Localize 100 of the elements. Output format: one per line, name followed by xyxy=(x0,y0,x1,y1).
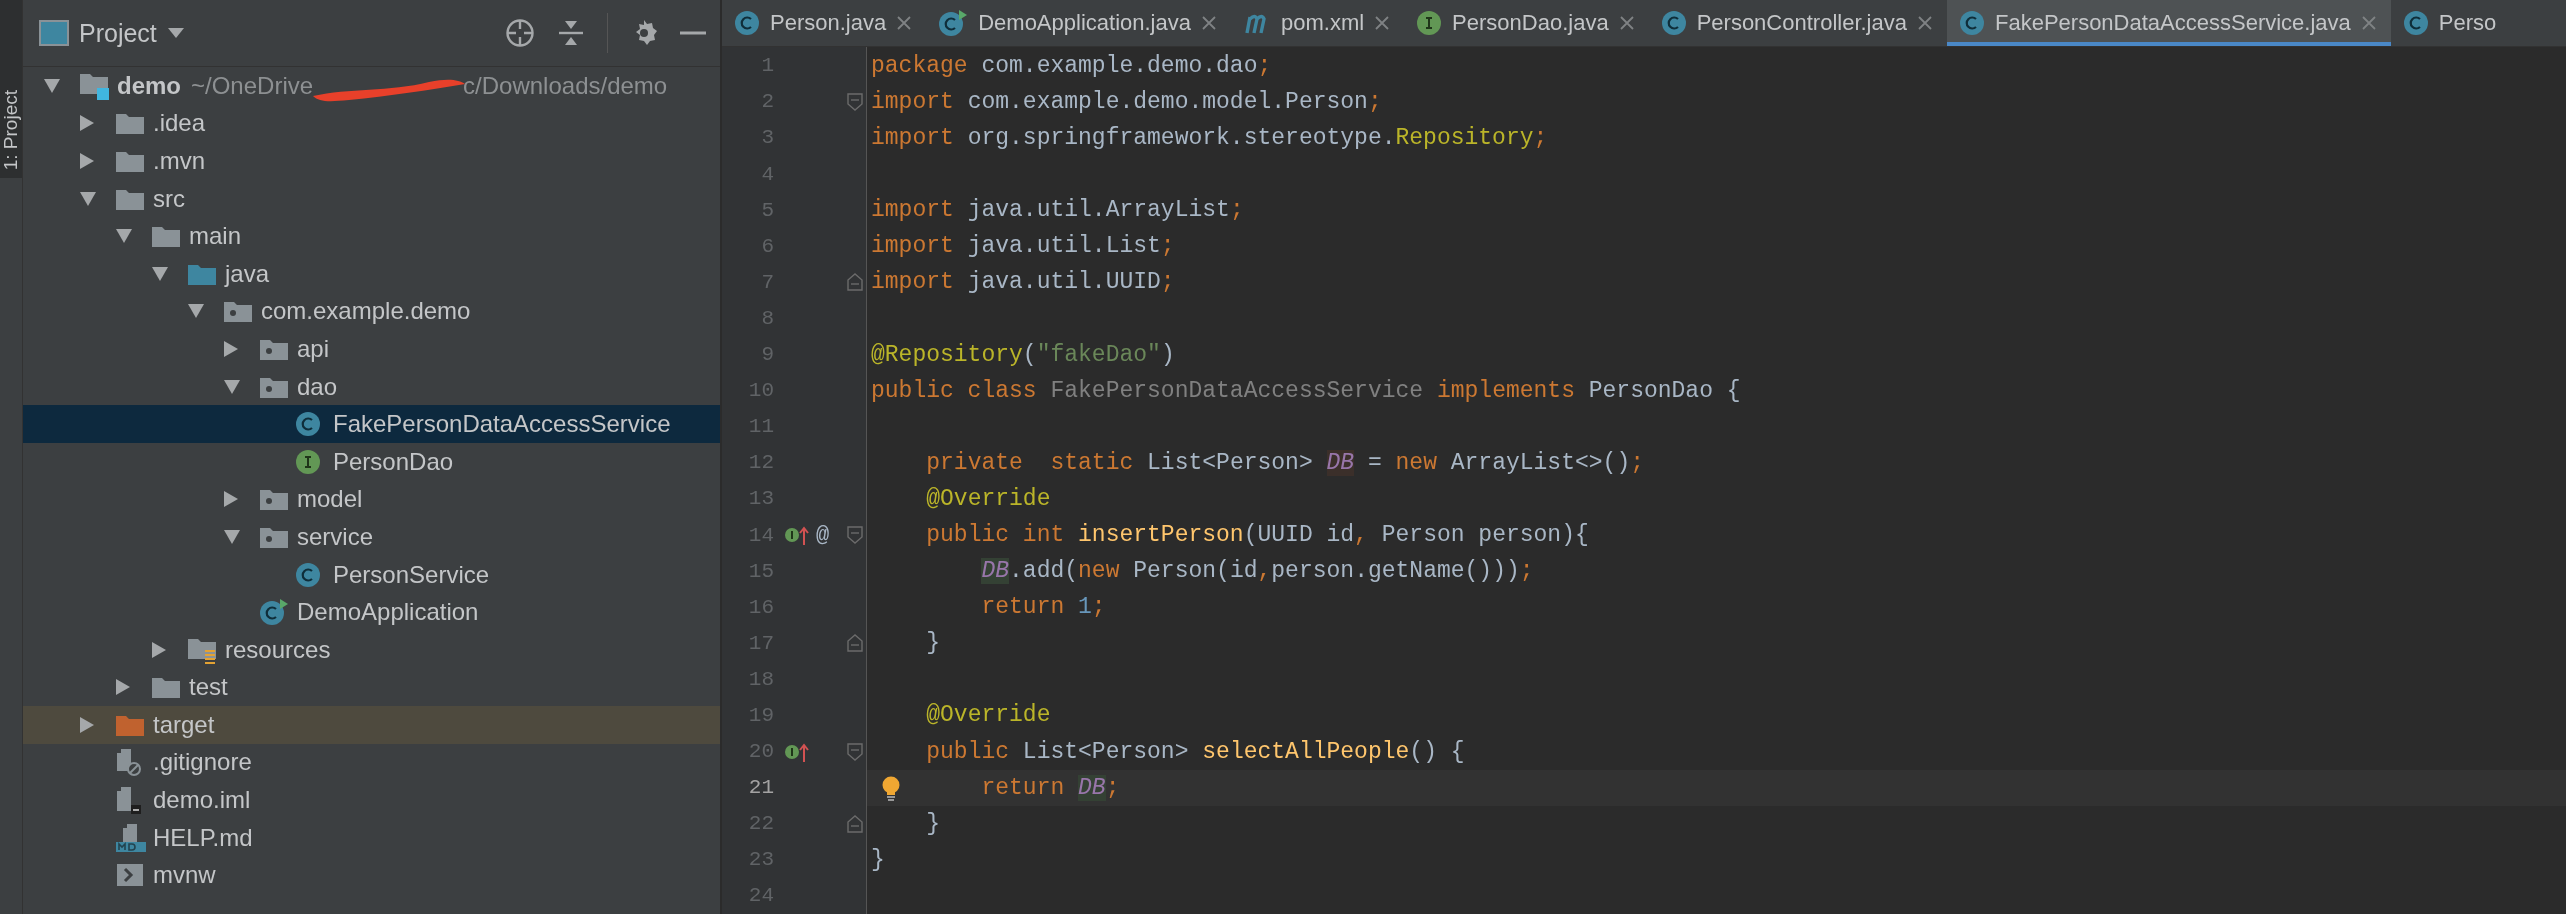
tree-item-label: com.example.demo xyxy=(261,297,471,326)
editor-tab[interactable]: PersonController.java xyxy=(1648,0,1947,46)
panel-title[interactable]: Project xyxy=(79,18,157,48)
tree-item-label: test xyxy=(189,673,228,702)
close-icon[interactable] xyxy=(1200,14,1217,31)
folder-icon xyxy=(151,224,181,249)
class-icon xyxy=(734,9,760,36)
tree-row[interactable]: PersonService xyxy=(23,555,720,594)
collapse-arrow-icon[interactable] xyxy=(115,228,133,245)
close-icon[interactable] xyxy=(1374,14,1391,31)
tree-row[interactable]: main xyxy=(23,217,720,255)
project-path: c/Downloads/demo xyxy=(463,71,668,100)
tree-row[interactable]: com.example.demo xyxy=(23,292,720,331)
tree-row[interactable]: .idea xyxy=(23,104,720,143)
code-line: public int insertPerson(UUID id, Person person){ xyxy=(925,521,1590,550)
collapse-arrow-icon[interactable] xyxy=(151,265,169,282)
tree-item-label: target xyxy=(153,710,215,739)
tree-row[interactable]: test xyxy=(23,668,720,707)
line-number: 21 xyxy=(747,776,774,800)
close-icon[interactable] xyxy=(1618,14,1635,31)
tree-row[interactable]: demo ~/OneDrive c/Downloads/demo xyxy=(23,67,720,105)
class-icon xyxy=(295,411,321,438)
tree-item-label: dao xyxy=(297,372,338,401)
folder-icon xyxy=(115,149,145,173)
tree-row[interactable]: demo.iml xyxy=(23,781,720,819)
project-tool-tab[interactable]: 1: Project xyxy=(0,0,22,178)
highlighted-tree-row[interactable]: target xyxy=(23,706,720,744)
fold-icon[interactable] xyxy=(847,273,863,292)
tree-item-label: mvnw xyxy=(153,861,216,890)
tree-row[interactable]: src xyxy=(23,179,720,218)
expand-arrow-icon[interactable] xyxy=(79,715,95,734)
annotation-marker[interactable]: @ xyxy=(816,522,830,548)
close-icon[interactable] xyxy=(896,14,913,31)
code-line: import org.springframework.stereotype.Repository; xyxy=(870,124,1549,153)
lightbulb-icon[interactable] xyxy=(881,775,901,802)
fold-icon[interactable] xyxy=(847,526,863,544)
tree-item-label: model xyxy=(297,485,363,514)
class-run-icon xyxy=(259,598,289,627)
collapse-arrow-icon[interactable] xyxy=(223,528,241,545)
window-icon xyxy=(39,20,69,46)
folder-icon xyxy=(115,111,145,136)
tree-item-label: resources xyxy=(225,635,331,664)
tree-row[interactable]: dao xyxy=(23,367,720,406)
fold-icon[interactable] xyxy=(847,814,863,833)
expand-arrow-icon[interactable] xyxy=(115,678,131,697)
editor-tab[interactable]: FakePersonDataAccessService.java xyxy=(1947,0,2391,46)
expand-arrow-icon[interactable] xyxy=(79,114,95,133)
locate-icon[interactable] xyxy=(505,18,535,48)
tree-row[interactable]: java xyxy=(23,254,720,293)
code-line: @Repository("fakeDao") xyxy=(870,340,1176,370)
tree-item-label: HELP.md xyxy=(153,823,253,852)
expand-arrow-icon[interactable] xyxy=(223,339,239,358)
tree-row[interactable]: service xyxy=(23,518,720,556)
fold-icon[interactable] xyxy=(847,92,863,111)
code-line: public List<Person> selectAllPeople() { xyxy=(925,737,1466,767)
markdown-file-icon xyxy=(115,822,147,853)
class-icon xyxy=(295,561,321,588)
code-line: } xyxy=(925,629,942,659)
tree-item-label: FakePersonDataAccessService xyxy=(333,410,671,439)
editor-tab[interactable]: pom.xml xyxy=(1230,0,1405,46)
class-icon xyxy=(1959,9,1985,36)
code-line: package com.example.demo.dao; xyxy=(870,51,1273,81)
collapse-arrow-icon[interactable] xyxy=(43,77,61,94)
project-path: ~/OneDrive xyxy=(191,71,314,100)
package-icon xyxy=(223,299,253,324)
fold-icon[interactable] xyxy=(847,634,863,653)
tree-row[interactable]: PersonDao xyxy=(23,442,720,481)
interface-icon xyxy=(1416,9,1443,36)
class-icon xyxy=(2402,9,2429,36)
collapse-arrow-icon[interactable] xyxy=(79,190,97,207)
code-line: private static List<Person> DB = new ArrayList<>(); xyxy=(925,448,1645,478)
tree-row[interactable]: .mvn xyxy=(23,142,720,180)
expand-arrow-icon[interactable] xyxy=(79,152,95,170)
expand-arrow-icon[interactable] xyxy=(223,490,239,509)
tree-item-label: service xyxy=(297,522,374,551)
editor-tab[interactable]: Person.java xyxy=(722,0,927,46)
editor-tab[interactable]: DemoApplication.java xyxy=(926,0,1231,46)
dropdown-caret-icon[interactable] xyxy=(166,27,185,39)
code-line: } xyxy=(870,845,886,875)
tree-item-label: src xyxy=(153,184,185,213)
tree-row[interactable]: DemoApplication xyxy=(23,593,720,631)
collapse-arrow-icon[interactable] xyxy=(223,378,241,395)
editor-tab[interactable]: Perso xyxy=(2390,0,2511,46)
collapse-all-icon[interactable] xyxy=(557,19,585,47)
folder-icon xyxy=(151,675,181,700)
tree-row[interactable]: .gitignore xyxy=(23,743,720,782)
tree-row[interactable]: api xyxy=(23,330,720,368)
tree-row[interactable]: model xyxy=(23,480,720,519)
close-icon[interactable] xyxy=(1917,14,1933,31)
expand-arrow-icon[interactable] xyxy=(151,640,167,659)
minimize-icon[interactable] xyxy=(680,30,706,36)
tree-row[interactable]: resources xyxy=(23,630,720,669)
selected-tree-row[interactable]: FakePersonDataAccessService xyxy=(23,405,720,443)
editor-tab[interactable]: PersonDao.java xyxy=(1404,0,1649,46)
tree-item-label: api xyxy=(297,334,330,363)
fold-icon[interactable] xyxy=(847,742,863,761)
tree-row[interactable]: mvnw xyxy=(23,856,720,895)
code-line: @Override xyxy=(925,484,1052,514)
tree-row[interactable]: HELP.md xyxy=(23,818,720,857)
collapse-arrow-icon[interactable] xyxy=(187,303,205,320)
